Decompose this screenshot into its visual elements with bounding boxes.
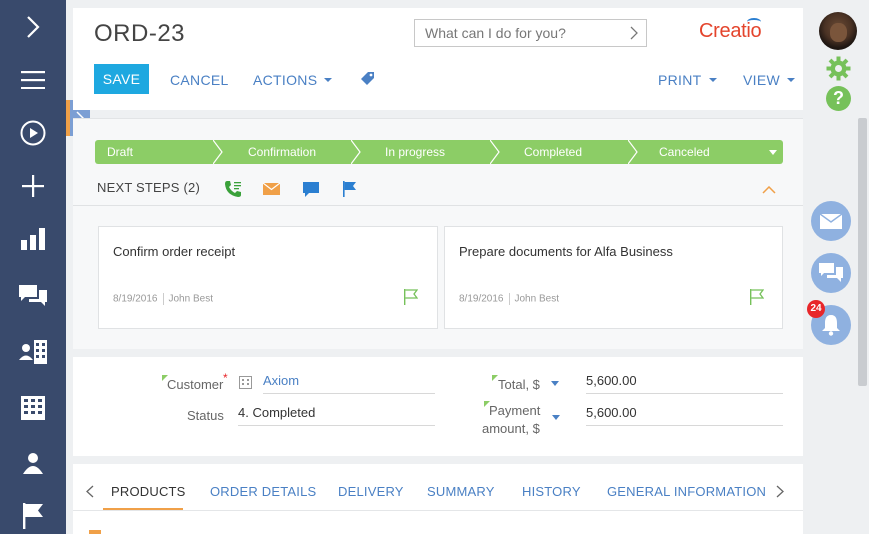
total-label: Total, $ bbox=[498, 377, 540, 392]
scrollbar[interactable] bbox=[858, 118, 867, 386]
task-date: 8/19/2016 bbox=[459, 293, 504, 305]
section-marker bbox=[89, 530, 101, 534]
tab-history[interactable]: HISTORY bbox=[522, 484, 581, 499]
task-meta: 8/19/2016 John Best bbox=[459, 293, 559, 305]
stage-confirmation[interactable]: Confirmation bbox=[219, 140, 357, 164]
page-title: ORD-23 bbox=[94, 20, 186, 47]
chevron-down-icon bbox=[708, 78, 717, 83]
building-icon bbox=[239, 376, 252, 389]
flag-icon[interactable] bbox=[404, 289, 418, 305]
chevron-down-icon[interactable] bbox=[769, 150, 777, 155]
chevron-down-icon bbox=[324, 78, 333, 83]
next-steps-label[interactable]: NEXT STEPS (2) bbox=[97, 180, 200, 195]
customer-label: Customer bbox=[167, 377, 224, 392]
stage-label: Canceled bbox=[659, 145, 710, 159]
left-nav bbox=[0, 0, 66, 534]
flag-icon[interactable] bbox=[750, 289, 764, 305]
help-icon[interactable]: ? bbox=[826, 86, 851, 111]
tab-order-details[interactable]: ORDER DETAILS bbox=[210, 484, 316, 499]
stage-separator bbox=[213, 140, 223, 164]
print-label: PRINT bbox=[658, 72, 702, 88]
record-header: ORD-23 Creatio SAVE CANCEL ACTIONS PRINT… bbox=[73, 8, 803, 110]
stage-label: In progress bbox=[385, 145, 446, 159]
chevron-right-icon[interactable] bbox=[630, 26, 638, 40]
payment-label-line2: amount, $ bbox=[482, 421, 540, 436]
chat-icon[interactable] bbox=[0, 276, 66, 316]
bar-chart-icon[interactable] bbox=[0, 219, 66, 259]
actions-label: ACTIONS bbox=[253, 72, 318, 88]
cancel-label: CANCEL bbox=[170, 72, 229, 88]
stages-panel: Draft Confirmation In progress Completed… bbox=[73, 118, 803, 349]
flag-icon[interactable] bbox=[0, 496, 66, 534]
stage-label: Draft bbox=[107, 145, 134, 159]
chevron-right-icon[interactable] bbox=[0, 7, 66, 47]
stage-label: Confirmation bbox=[248, 145, 317, 159]
tab-delivery[interactable]: DELIVERY bbox=[338, 484, 404, 499]
feed-panel-button[interactable] bbox=[811, 253, 851, 293]
order-fields: Customer * Axiom Status 4. Completed Tot… bbox=[73, 357, 803, 456]
task-card[interactable]: Confirm order receipt 8/19/2016 John Best bbox=[98, 226, 438, 329]
building-icon[interactable] bbox=[0, 388, 66, 428]
user-icon[interactable] bbox=[0, 443, 66, 483]
actions-button[interactable]: ACTIONS bbox=[253, 72, 333, 88]
view-label: VIEW bbox=[743, 72, 780, 88]
save-button[interactable]: SAVE bbox=[94, 64, 149, 94]
chat-icon[interactable] bbox=[303, 182, 319, 198]
plus-icon[interactable] bbox=[0, 166, 66, 206]
task-date: 8/19/2016 bbox=[113, 293, 158, 305]
tab-summary[interactable]: SUMMARY bbox=[427, 484, 495, 499]
search-input[interactable] bbox=[415, 20, 615, 46]
tab-general-information[interactable]: GENERAL INFORMATION bbox=[607, 484, 766, 499]
chevron-up-icon[interactable] bbox=[762, 186, 776, 194]
chevron-down-icon bbox=[786, 78, 795, 83]
task-title[interactable]: Confirm order receipt bbox=[113, 244, 235, 259]
status-label: Status bbox=[187, 408, 224, 423]
task-card[interactable]: Prepare documents for Alfa Business 8/19… bbox=[444, 226, 783, 329]
stage-separator bbox=[490, 140, 500, 164]
view-button[interactable]: VIEW bbox=[743, 72, 795, 88]
payment-amount-field[interactable]: 5,600.00 bbox=[586, 402, 783, 426]
gear-icon[interactable] bbox=[826, 56, 851, 81]
hamburger-icon[interactable] bbox=[0, 60, 66, 100]
tab-products[interactable]: PRODUCTS bbox=[111, 484, 186, 499]
chevron-right-icon[interactable] bbox=[776, 485, 784, 498]
required-asterisk: * bbox=[223, 371, 228, 385]
stage-draft[interactable]: Draft bbox=[95, 140, 219, 164]
stage-label: Completed bbox=[524, 145, 583, 159]
command-search[interactable] bbox=[414, 19, 647, 47]
status-field[interactable]: 4. Completed bbox=[238, 402, 435, 426]
chevron-down-icon[interactable] bbox=[552, 415, 560, 420]
play-icon[interactable] bbox=[0, 113, 66, 153]
payment-label-line1: Payment bbox=[489, 403, 541, 418]
task-meta: 8/19/2016 John Best bbox=[113, 293, 213, 305]
tag-icon[interactable] bbox=[360, 71, 375, 86]
stage-bar: Draft Confirmation In progress Completed… bbox=[95, 140, 783, 164]
task-owner: John Best bbox=[168, 293, 213, 305]
task-title[interactable]: Prepare documents for Alfa Business bbox=[459, 244, 673, 259]
task-owner: John Best bbox=[514, 293, 559, 305]
total-field[interactable]: 5,600.00 bbox=[586, 370, 783, 394]
detail-tabs: PRODUCTS ORDER DETAILS DELIVERY SUMMARY … bbox=[73, 464, 803, 534]
chevron-down-icon[interactable] bbox=[551, 381, 559, 386]
avatar[interactable] bbox=[819, 12, 857, 50]
email-panel-button[interactable] bbox=[811, 201, 851, 241]
stage-separator bbox=[351, 140, 361, 164]
flag-icon[interactable] bbox=[343, 181, 357, 197]
phone-icon[interactable] bbox=[224, 180, 242, 198]
cancel-button[interactable]: CANCEL bbox=[170, 72, 229, 88]
print-button[interactable]: PRINT bbox=[658, 72, 717, 88]
email-icon[interactable] bbox=[263, 183, 280, 195]
chevron-left-icon[interactable] bbox=[86, 485, 94, 498]
bell-icon bbox=[822, 315, 840, 336]
contacts-icon[interactable] bbox=[0, 332, 66, 372]
email-icon bbox=[820, 213, 842, 229]
stage-completed[interactable]: Completed bbox=[496, 140, 634, 164]
stage-separator bbox=[628, 140, 638, 164]
notifications-badge: 24 bbox=[807, 300, 825, 318]
customer-field[interactable]: Axiom bbox=[263, 370, 435, 394]
stage-canceled[interactable]: Canceled bbox=[634, 140, 783, 164]
chat-icon bbox=[819, 263, 843, 282]
stage-in-progress[interactable]: In progress bbox=[357, 140, 496, 164]
brand-logo: Creatio bbox=[699, 18, 762, 43]
